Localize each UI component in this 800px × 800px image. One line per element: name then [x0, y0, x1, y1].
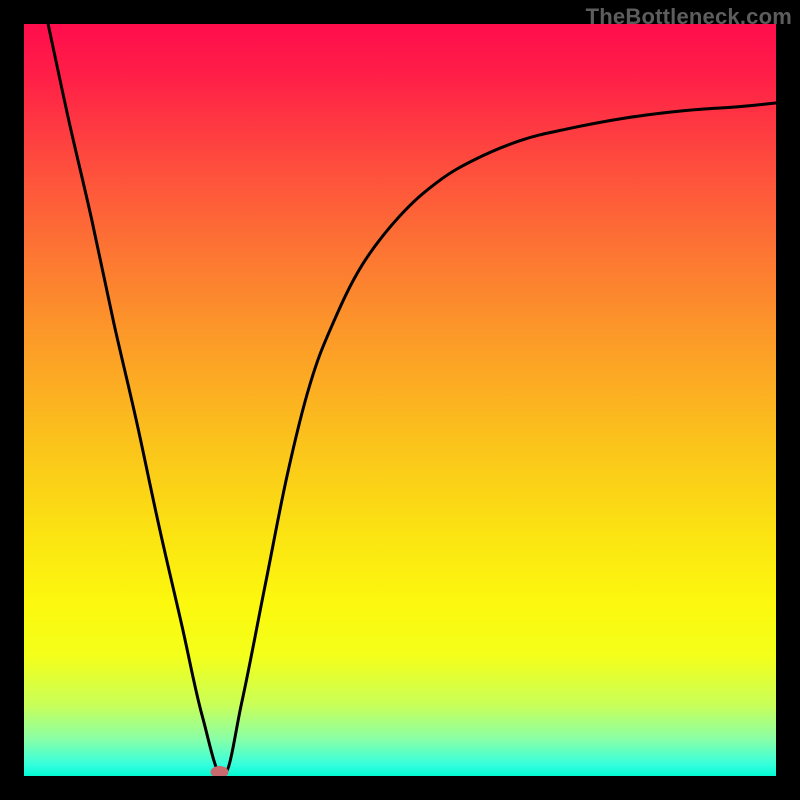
watermark-text: TheBottleneck.com	[586, 4, 792, 30]
gradient-background	[24, 24, 776, 776]
chart-svg	[24, 24, 776, 776]
chart-frame	[24, 24, 776, 776]
